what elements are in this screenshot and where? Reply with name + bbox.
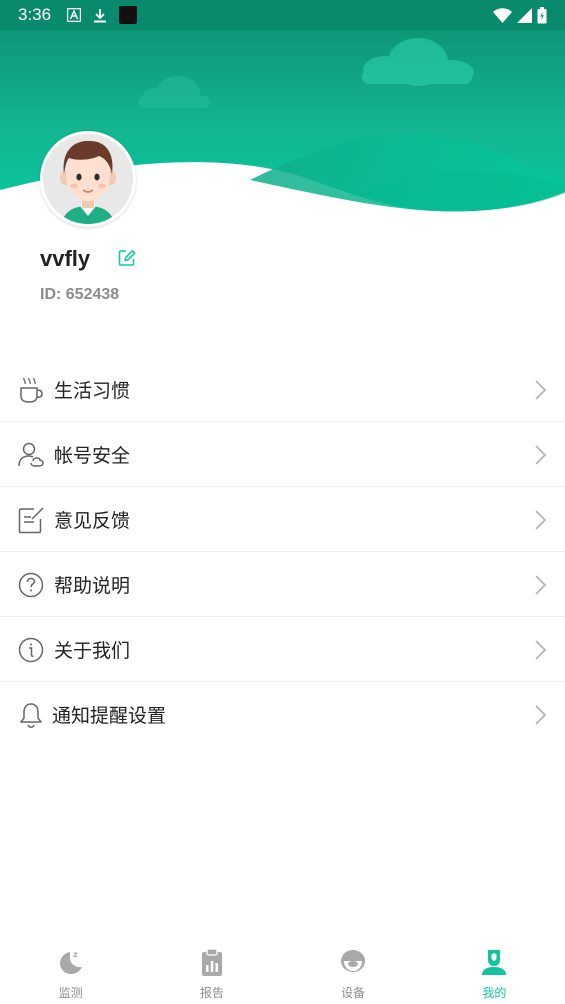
status-time: 3:36	[18, 5, 52, 24]
chevron-right-icon	[535, 445, 547, 465]
coffee-cup-icon	[20, 377, 43, 403]
menu-item-label: 意见反馈	[54, 509, 131, 532]
edit-icon[interactable]	[117, 248, 137, 268]
bell-icon	[20, 703, 42, 728]
nav-item-label: 报告	[199, 986, 224, 1000]
menu-item-lifestyle[interactable]: 生活习惯	[0, 357, 565, 422]
user-id: ID: 652438	[40, 286, 120, 303]
menu-item-account-security[interactable]: 帐号安全	[0, 422, 565, 487]
chevron-right-icon	[535, 380, 547, 400]
help-icon	[18, 572, 44, 598]
chevron-right-icon	[535, 510, 547, 530]
feedback-icon	[18, 507, 44, 534]
nav-item-label: 设备	[341, 986, 366, 1000]
menu-item-label: 帐号安全	[54, 444, 131, 467]
avatar[interactable]	[40, 131, 136, 227]
app-icon	[119, 6, 138, 24]
nav-item-label: 监测	[58, 986, 83, 1000]
status-bar: 3:36	[0, 0, 565, 30]
bottom-nav: z 监测 报告 设备 我的	[0, 940, 565, 1004]
battery-icon	[537, 6, 547, 23]
menu-item-feedback[interactable]: 意见反馈	[0, 487, 565, 552]
clipboard-report-icon	[201, 948, 222, 976]
moon-sleep-icon: z	[59, 950, 82, 974]
menu-item-label: 帮助说明	[54, 574, 131, 597]
settings-menu: 生活习惯 帐号安全 意见反馈 帮助说明 关于我们 通知提醒设置	[0, 357, 565, 747]
info-icon	[18, 637, 44, 663]
nav-item-report[interactable]: 报告	[141, 940, 282, 1004]
chevron-right-icon	[535, 705, 547, 725]
menu-item-notification-settings[interactable]: 通知提醒设置	[0, 682, 565, 747]
signal-icon	[517, 7, 532, 23]
menu-item-label: 通知提醒设置	[52, 705, 167, 727]
nav-item-monitor[interactable]: z 监测	[0, 940, 141, 1004]
device-icon	[341, 950, 366, 972]
profile-icon	[482, 950, 507, 975]
chevron-right-icon	[535, 640, 547, 660]
status-icons-left	[67, 6, 138, 24]
nav-item-label: 我的	[482, 986, 507, 1000]
download-icon	[94, 8, 107, 22]
username: vvfly	[40, 246, 91, 271]
menu-item-label: 关于我们	[54, 639, 131, 662]
wifi-icon	[493, 7, 512, 23]
nav-item-mine[interactable]: 我的	[424, 940, 565, 1004]
menu-item-about-us[interactable]: 关于我们	[0, 617, 565, 682]
chevron-right-icon	[535, 575, 547, 595]
font-icon	[67, 8, 82, 22]
svg-text:z: z	[73, 950, 78, 959]
status-icons-right	[493, 6, 547, 24]
user-shield-icon	[18, 442, 44, 467]
menu-item-label: 生活习惯	[54, 379, 131, 402]
menu-item-help[interactable]: 帮助说明	[0, 552, 565, 617]
nav-item-device[interactable]: 设备	[283, 940, 424, 1004]
